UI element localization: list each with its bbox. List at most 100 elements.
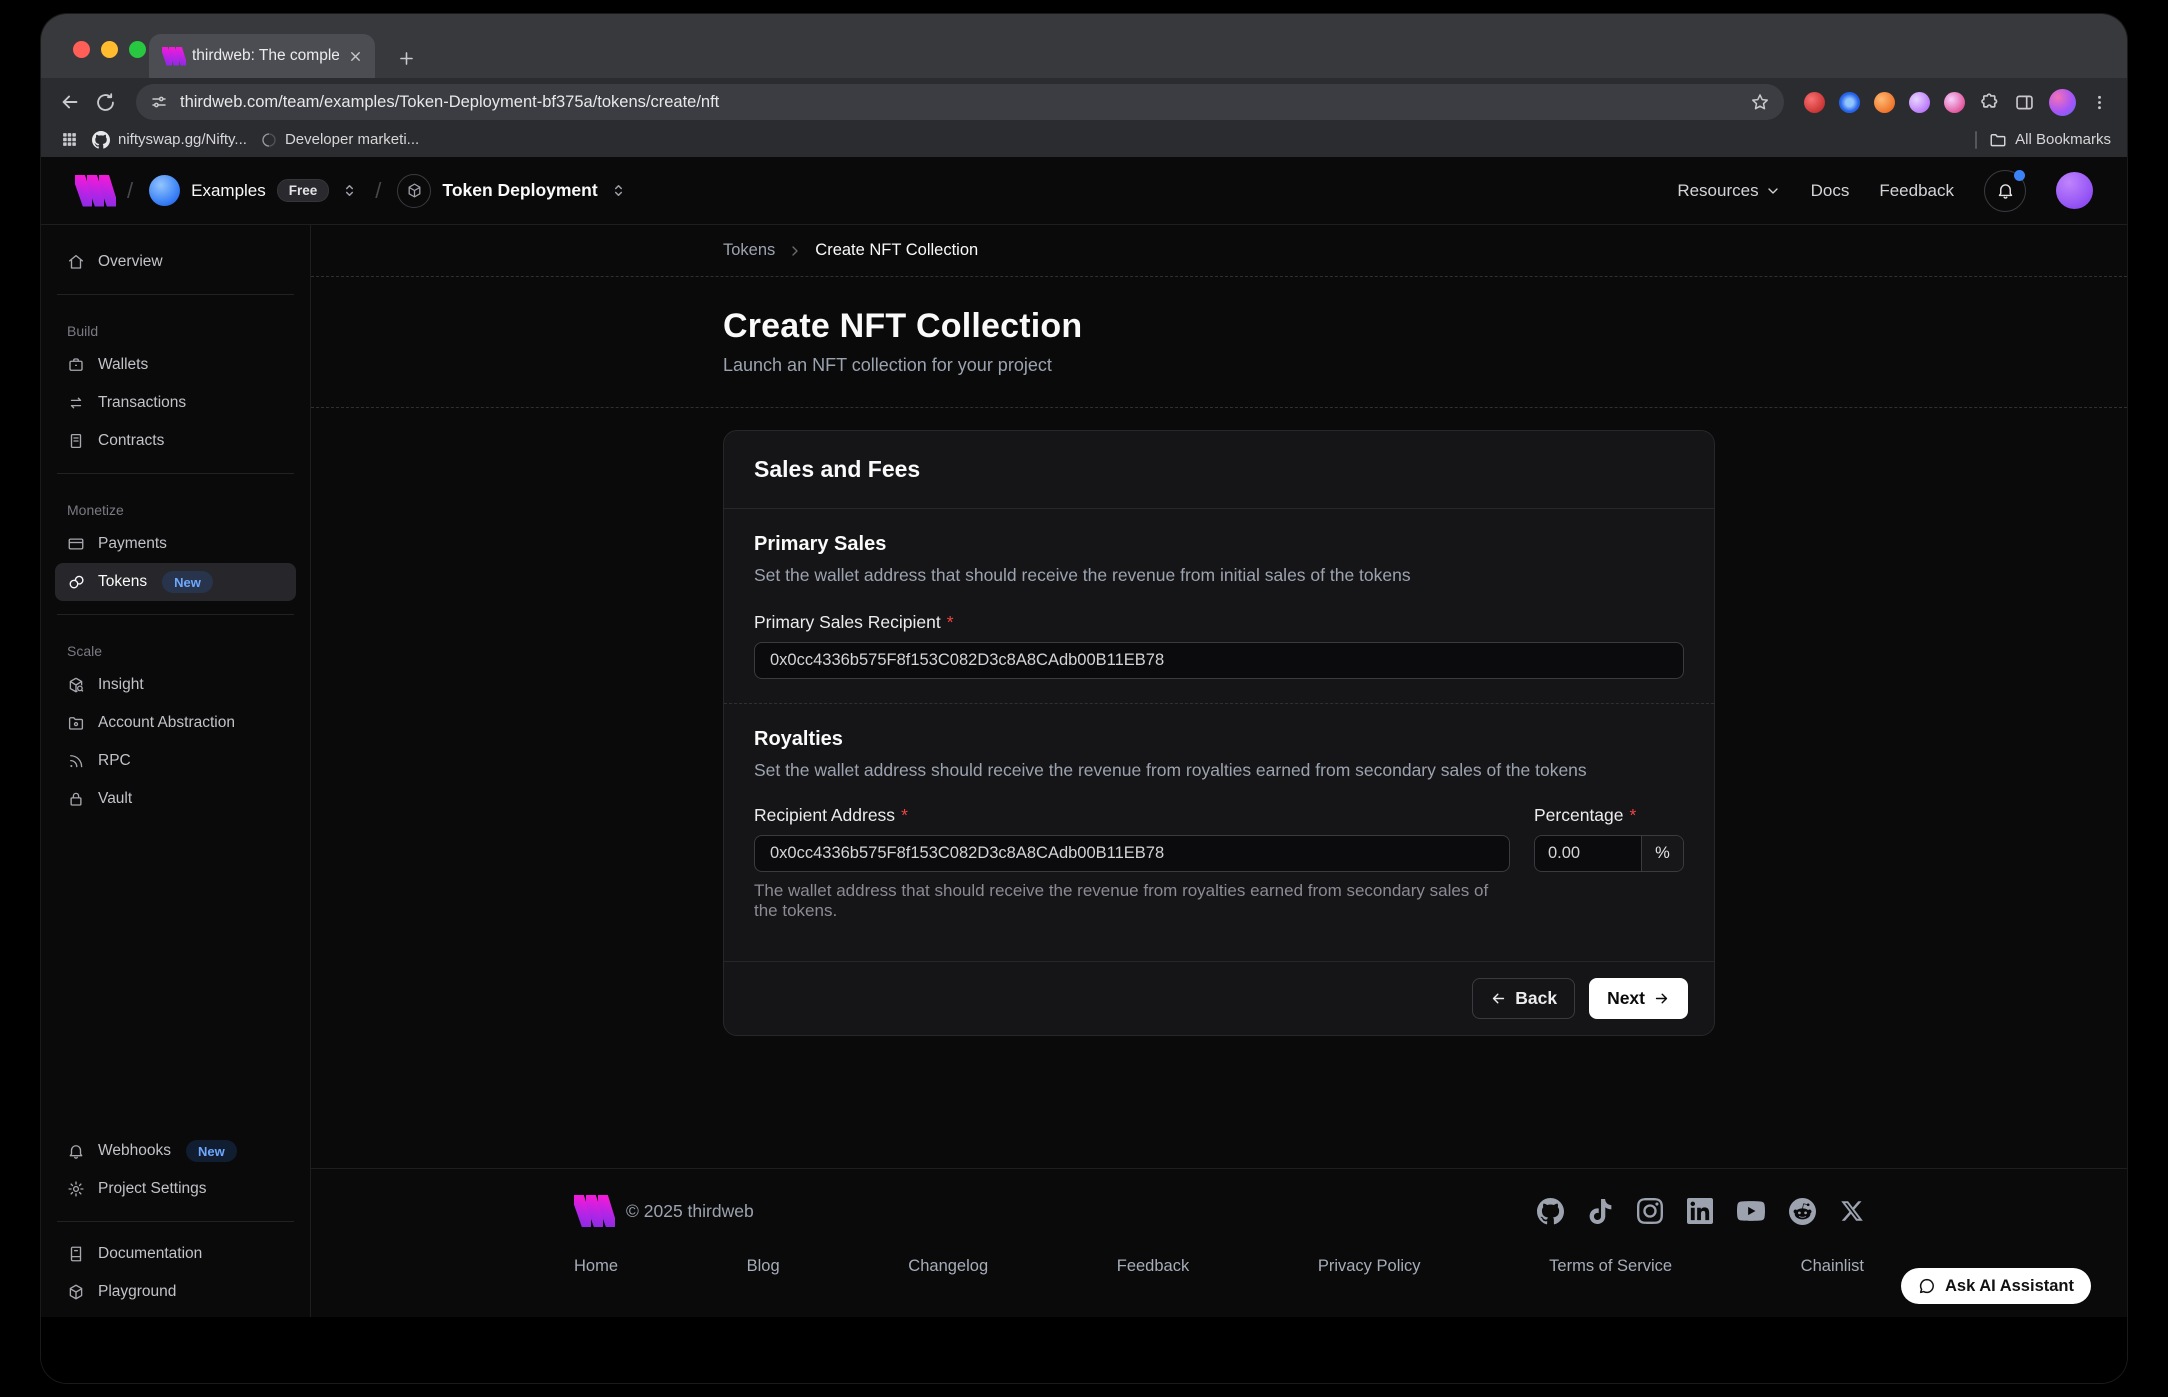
extension-icon[interactable] (1909, 92, 1930, 113)
royalty-recipient-input[interactable] (754, 835, 1510, 872)
insight-cube-icon (67, 676, 85, 694)
reload-icon[interactable] (95, 92, 116, 113)
browser-tab[interactable]: thirdweb: The complete web3 (149, 34, 375, 78)
url-text[interactable]: thirdweb.com/team/examples/Token-Deploym… (180, 93, 1738, 112)
github-icon[interactable] (1537, 1198, 1564, 1225)
reddit-icon[interactable] (1789, 1198, 1816, 1225)
arrows-swap-icon (67, 394, 85, 412)
footer-link-changelog[interactable]: Changelog (908, 1257, 988, 1276)
lock-icon (67, 790, 85, 808)
next-button[interactable]: Next (1589, 978, 1688, 1019)
bookmark-item[interactable]: niftyswap.gg/Nifty... (92, 131, 247, 149)
extensions-puzzle-icon[interactable] (1979, 92, 2000, 113)
sidebar-item-webhooks[interactable]: Webhooks New (55, 1132, 296, 1170)
account-avatar[interactable] (2056, 172, 2093, 209)
copyright: © 2025 thirdweb (626, 1201, 754, 1222)
docs-link[interactable]: Docs (1811, 181, 1850, 201)
project-name: Token Deployment (442, 180, 597, 201)
footer-link-terms-of-service[interactable]: Terms of Service (1549, 1257, 1672, 1276)
bottom-strip (41, 1317, 2127, 1383)
page-title: Create NFT Collection (723, 307, 1715, 346)
breadcrumb-separator: / (375, 178, 381, 204)
sidebar-item-wallets[interactable]: Wallets (55, 346, 296, 384)
sidebar-section-monetize: Monetize (67, 502, 284, 518)
extension-icon[interactable] (1944, 92, 1965, 113)
main-content: Tokens Create NFT Collection Create NFT … (311, 225, 2127, 1317)
sidebar-section-build: Build (67, 323, 284, 339)
contract-file-icon (67, 432, 85, 450)
breadcrumb: Tokens Create NFT Collection (311, 225, 2127, 277)
sidebar-item-rpc[interactable]: RPC (55, 742, 296, 780)
sidebar-item-documentation[interactable]: Documentation (55, 1235, 296, 1273)
footer-link-home[interactable]: Home (574, 1257, 618, 1276)
new-tab-button[interactable] (397, 49, 416, 68)
royalties-description: Set the wallet address should receive th… (754, 760, 1684, 781)
royalty-percentage-input[interactable] (1535, 836, 1641, 871)
ask-ai-assistant-button[interactable]: Ask AI Assistant (1901, 1268, 2091, 1304)
sidebar-item-playground[interactable]: Playground (55, 1273, 296, 1311)
close-window-button[interactable] (73, 41, 90, 58)
percentage-field: % (1534, 835, 1684, 872)
bookmark-item[interactable]: Developer marketi... (261, 131, 419, 148)
sidebar-item-vault[interactable]: Vault (55, 780, 296, 818)
apps-grid-icon[interactable] (61, 131, 78, 148)
folder-user-icon (67, 714, 85, 732)
primary-sales-recipient-input[interactable] (754, 642, 1684, 679)
close-tab-icon[interactable] (348, 49, 363, 64)
extension-icon[interactable] (1874, 92, 1895, 113)
all-bookmarks-button[interactable]: All Bookmarks (1989, 131, 2111, 149)
back-icon[interactable] (59, 91, 81, 113)
extension-icon[interactable] (1804, 92, 1825, 113)
extension-icon[interactable] (1839, 92, 1860, 113)
sidebar-item-insight[interactable]: Insight (55, 666, 296, 704)
x-icon[interactable] (1840, 1199, 1864, 1223)
divider (57, 614, 294, 615)
resources-menu[interactable]: Resources (1677, 181, 1780, 201)
primary-sales-description: Set the wallet address that should recei… (754, 565, 1684, 586)
tiktok-icon[interactable] (1588, 1199, 1613, 1224)
browser-toolbar: thirdweb.com/team/examples/Token-Deploym… (41, 78, 2127, 126)
footer-link-feedback[interactable]: Feedback (1117, 1257, 1189, 1276)
chevron-up-down-icon[interactable] (609, 181, 628, 200)
globe-icon (261, 132, 277, 148)
sidebar-item-project-settings[interactable]: Project Settings (55, 1170, 296, 1208)
royalties-section: Royalties Set the wallet address should … (724, 704, 1714, 961)
sidebar-item-tokens[interactable]: Tokens New (55, 563, 296, 601)
team-selector[interactable]: Examples Free (149, 175, 359, 206)
browser-profile-avatar[interactable] (2049, 89, 2076, 116)
back-button[interactable]: Back (1472, 978, 1575, 1019)
site-settings-icon[interactable] (150, 93, 168, 111)
instagram-icon[interactable] (1637, 1198, 1663, 1224)
sidebar-item-overview[interactable]: Overview (55, 243, 296, 281)
breadcrumb-tokens-link[interactable]: Tokens (723, 241, 775, 260)
sidebar-item-account-abstraction[interactable]: Account Abstraction (55, 704, 296, 742)
tab-strip: thirdweb: The complete web3 (41, 14, 2127, 78)
footer-links: Home Blog Changelog Feedback Privacy Pol… (574, 1257, 1864, 1276)
royalty-percentage-label: Percentage * (1534, 805, 1684, 826)
url-bar[interactable]: thirdweb.com/team/examples/Token-Deploym… (136, 84, 1784, 120)
sidebar-item-transactions[interactable]: Transactions (55, 384, 296, 422)
youtube-icon[interactable] (1737, 1197, 1765, 1225)
book-icon (67, 1245, 85, 1263)
royalty-helper-text: The wallet address that should receive t… (754, 881, 1510, 921)
linkedin-icon[interactable] (1687, 1198, 1713, 1224)
social-links (1537, 1197, 1864, 1225)
footer-link-chainlist[interactable]: Chainlist (1801, 1257, 1864, 1276)
browser-panel-icon[interactable] (2014, 92, 2035, 113)
bookmark-star-icon[interactable] (1750, 92, 1770, 112)
notifications-button[interactable] (1984, 170, 2026, 212)
zoom-window-button[interactable] (129, 41, 146, 58)
feedback-link[interactable]: Feedback (1879, 181, 1954, 201)
footer-link-blog[interactable]: Blog (747, 1257, 780, 1276)
new-badge: New (162, 571, 213, 593)
minimize-window-button[interactable] (101, 41, 118, 58)
project-selector[interactable]: Token Deployment (397, 174, 627, 208)
footer-link-privacy-policy[interactable]: Privacy Policy (1318, 1257, 1421, 1276)
royalty-recipient-label: Recipient Address * (754, 805, 1510, 826)
sidebar-item-payments[interactable]: Payments (55, 525, 296, 563)
browser-menu-icon[interactable] (2090, 93, 2109, 112)
browser-window: thirdweb: The complete web3 thirdweb.com… (41, 14, 2127, 1383)
chevron-up-down-icon[interactable] (340, 181, 359, 200)
thirdweb-logo[interactable] (75, 175, 111, 207)
sidebar-item-contracts[interactable]: Contracts (55, 422, 296, 460)
